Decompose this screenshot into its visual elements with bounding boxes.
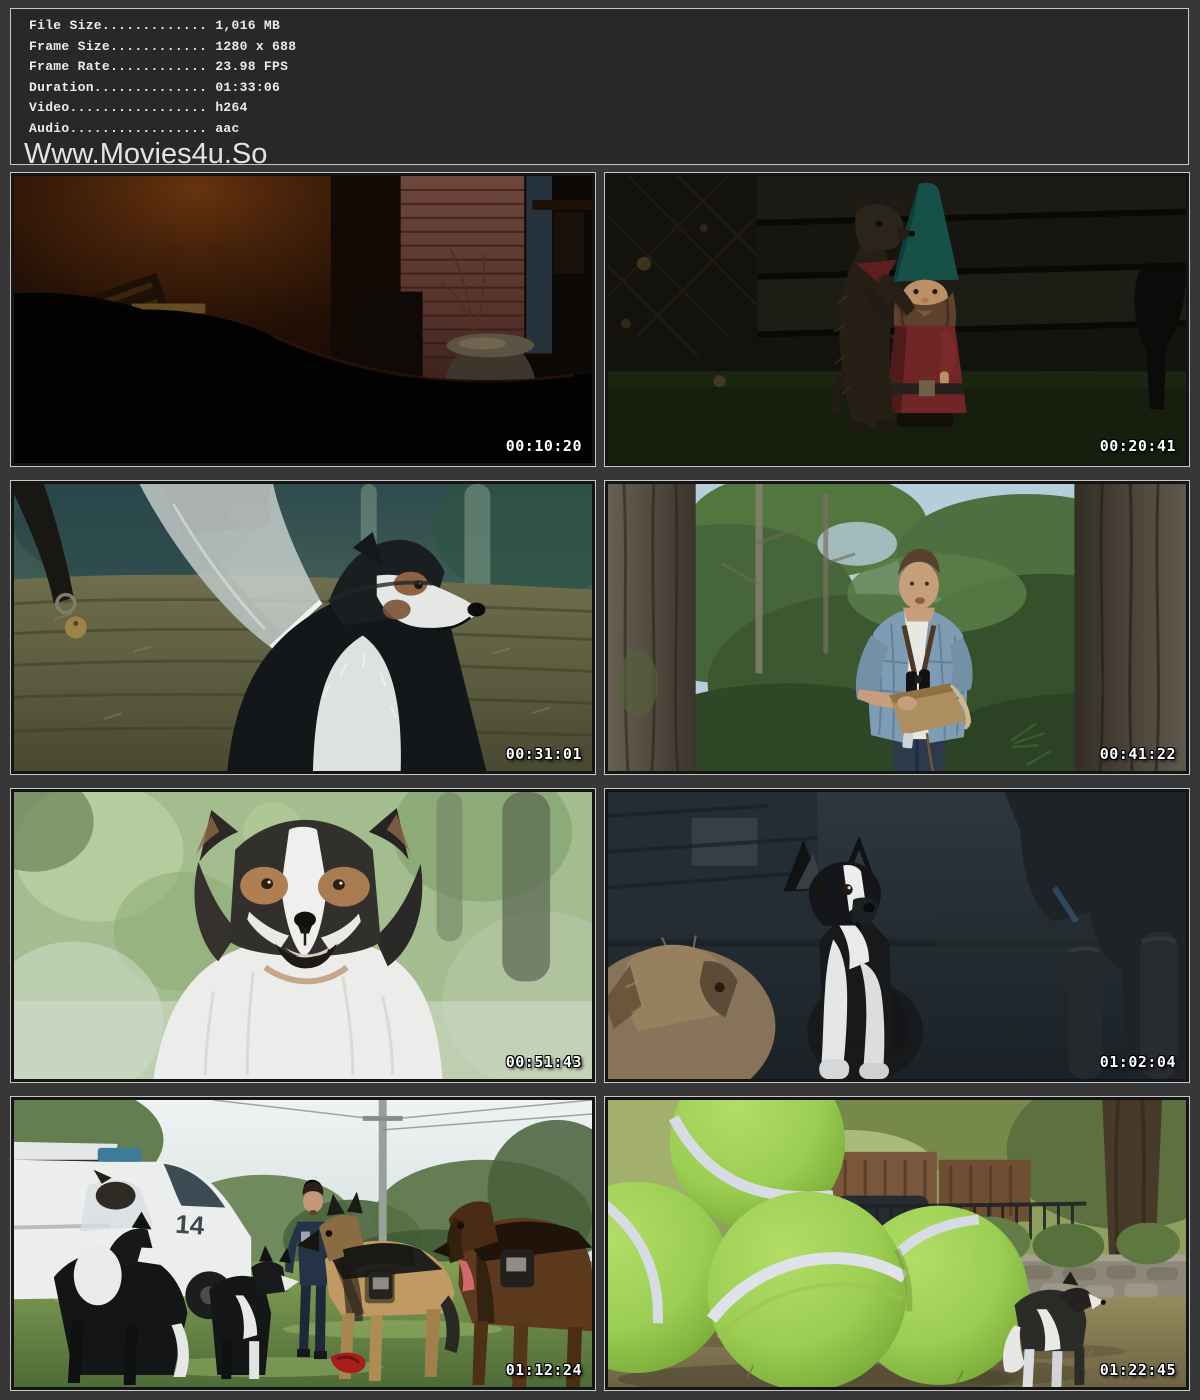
garden-lattice: [608, 176, 757, 380]
screenshot-thumb-7: 14: [10, 1096, 596, 1391]
screenshot-thumb-1: 00:10:20: [10, 172, 596, 467]
info-line-duration: Duration.............. 01:33:06: [29, 78, 1188, 99]
screenshot-thumb-5: 00:51:43: [10, 788, 596, 1083]
timestamp-badge: 01:22:45: [1100, 1361, 1176, 1379]
info-line-frame-size: Frame Size............ 1280 x 688: [29, 37, 1188, 58]
info-line-audio: Audio................. aac: [29, 119, 1188, 140]
timestamp-badge: 00:20:41: [1100, 437, 1176, 455]
timestamp-badge: 00:51:43: [506, 1053, 582, 1071]
media-info-panel: File Size............. 1,016 MB Frame Si…: [10, 8, 1189, 165]
scene-boston-terrier-illustration: [608, 792, 1186, 1079]
scene-aussie-closeup-illustration: [14, 792, 592, 1079]
info-line-file-size: File Size............. 1,016 MB: [29, 16, 1188, 37]
screenshot-thumb-6: 01:02:04: [604, 788, 1190, 1083]
scene-cone-dog-barn-illustration: [14, 484, 592, 771]
screenshot-thumb-3: 00:31:01: [10, 480, 596, 775]
info-line-video: Video................. h264: [29, 98, 1188, 119]
timestamp-badge: 00:41:22: [1100, 745, 1176, 763]
screenshot-thumb-2: 00:20:41: [604, 172, 1190, 467]
wooden-steps: [748, 176, 1186, 378]
truck-number-label: 14: [174, 1211, 205, 1241]
scene-dog-group-illustration: 14: [14, 1100, 592, 1387]
scene-forest-man-illustration: [608, 484, 1186, 771]
timestamp-badge: 00:10:20: [506, 437, 582, 455]
scene-tennis-balls-illustration: [608, 1100, 1186, 1387]
timestamp-badge: 01:02:04: [1100, 1053, 1176, 1071]
screenshot-grid: 00:10:20: [10, 172, 1190, 1391]
scene-dark-garage-illustration: [14, 176, 592, 463]
info-line-frame-rate: Frame Rate............ 23.98 FPS: [29, 57, 1188, 78]
site-watermark: Www.Movies4u.So: [24, 140, 1188, 165]
screenshot-thumb-4: 00:41:22: [604, 480, 1190, 775]
screenshot-thumb-8: 01:22:45: [604, 1096, 1190, 1391]
timestamp-badge: 01:12:24: [506, 1361, 582, 1379]
scene-terrier-gnome-illustration: [608, 176, 1186, 463]
timestamp-badge: 00:31:01: [506, 745, 582, 763]
